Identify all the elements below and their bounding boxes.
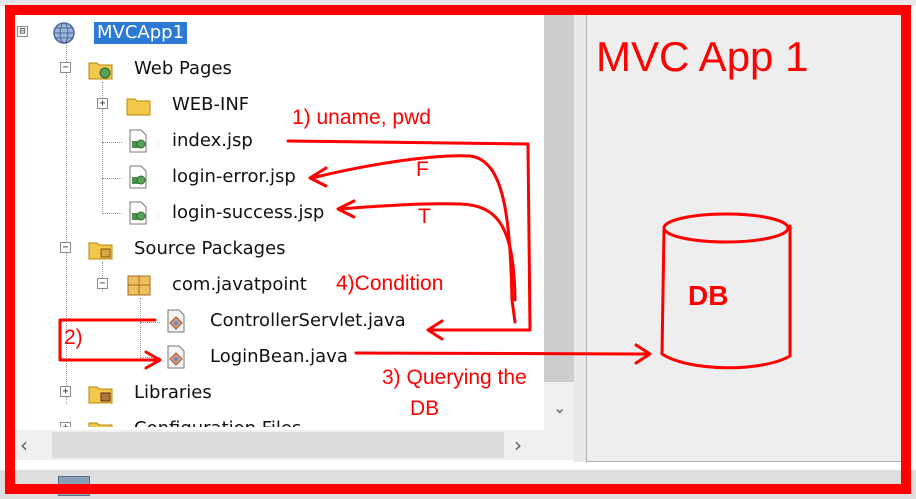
chevron-down-icon[interactable]: ⌄ [553, 398, 566, 417]
libraries-label: Libraries [134, 382, 212, 403]
java-class-icon [164, 309, 188, 333]
annotation-db-label: DB [688, 280, 729, 311]
expand-icon[interactable]: + [97, 98, 108, 109]
tree-node-configuration-files[interactable]: + Configuration Files [12, 416, 352, 427]
collapse-icon[interactable]: − [60, 242, 71, 253]
annotation-title: MVC App 1 [596, 33, 809, 80]
top-strip [0, 0, 916, 6]
tree-node-login-error-jsp[interactable]: login-error.jsp [12, 164, 332, 192]
login-bean-label: LoginBean.java [210, 346, 348, 367]
annotation-step1: 1) uname, pwd [292, 106, 431, 129]
annotation-false-branch: F [416, 158, 429, 181]
tree-node-project[interactable]: ⊟ MVCApp1 [12, 20, 312, 48]
window-icon[interactable] [58, 476, 90, 496]
tree-node-web-pages[interactable]: − Web Pages [12, 56, 312, 84]
annotation-step3-line2: DB [410, 397, 440, 420]
annotation-step3-line1: 3) Querying the [382, 366, 527, 389]
jsp-file-icon [126, 129, 150, 153]
tree-node-web-inf[interactable]: + WEB-INF [12, 92, 312, 120]
login-success-jsp-label: login-success.jsp [172, 202, 325, 223]
library-folder-icon [88, 381, 113, 405]
annotation-step2: 2) [64, 326, 83, 349]
expand-icon[interactable]: + [60, 422, 71, 427]
globe-project-icon [52, 21, 76, 45]
horizontal-scroll-thumb[interactable] [52, 432, 504, 458]
collapse-icon[interactable]: − [97, 278, 108, 289]
bottom-toolbar [0, 470, 916, 499]
tree-node-source-packages[interactable]: − Source Packages [12, 236, 332, 264]
package-label: com.javatpoint [172, 274, 307, 295]
package-icon [126, 273, 151, 297]
projects-tree[interactable]: ⊟ MVCApp1 − Web Pages + WEB-INF index.js… [12, 12, 544, 427]
jsp-file-icon [126, 201, 150, 225]
horizontal-scrollbar[interactable]: ‹ › [12, 430, 574, 460]
java-class-icon [164, 345, 188, 369]
project-label: MVCApp1 [94, 22, 188, 44]
web-folder-icon [88, 57, 113, 81]
configuration-files-label: Configuration Files [134, 418, 301, 427]
chevron-left-icon[interactable]: ‹ [20, 433, 28, 457]
expand-icon[interactable]: + [60, 386, 71, 397]
collapse-icon[interactable]: ⊟ [17, 26, 28, 37]
index-jsp-label: index.jsp [172, 130, 253, 151]
tree-node-index-jsp[interactable]: index.jsp [12, 128, 312, 156]
tree-node-package[interactable]: − com.javatpoint [12, 272, 332, 300]
panel-divider[interactable] [574, 12, 586, 462]
jsp-file-icon [126, 165, 150, 189]
config-folder-icon [88, 417, 113, 427]
chevron-right-icon[interactable]: › [514, 433, 522, 457]
vertical-scroll-thumb[interactable] [544, 12, 574, 382]
source-packages-label: Source Packages [134, 238, 286, 259]
tree-node-libraries[interactable]: + Libraries [12, 380, 332, 408]
web-pages-label: Web Pages [134, 58, 232, 79]
folder-icon [126, 93, 151, 117]
annotation-true-branch: T [418, 205, 431, 228]
annotation-step4: 4)Condition [336, 272, 444, 295]
collapse-icon[interactable]: − [60, 62, 71, 73]
tree-node-login-success-jsp[interactable]: login-success.jsp [12, 200, 352, 228]
web-inf-label: WEB-INF [172, 94, 250, 115]
login-error-jsp-label: login-error.jsp [172, 166, 296, 187]
source-folder-icon [88, 237, 113, 261]
controller-servlet-label: ControllerServlet.java [210, 310, 406, 331]
vertical-scrollbar[interactable]: ⌄ [544, 12, 574, 430]
